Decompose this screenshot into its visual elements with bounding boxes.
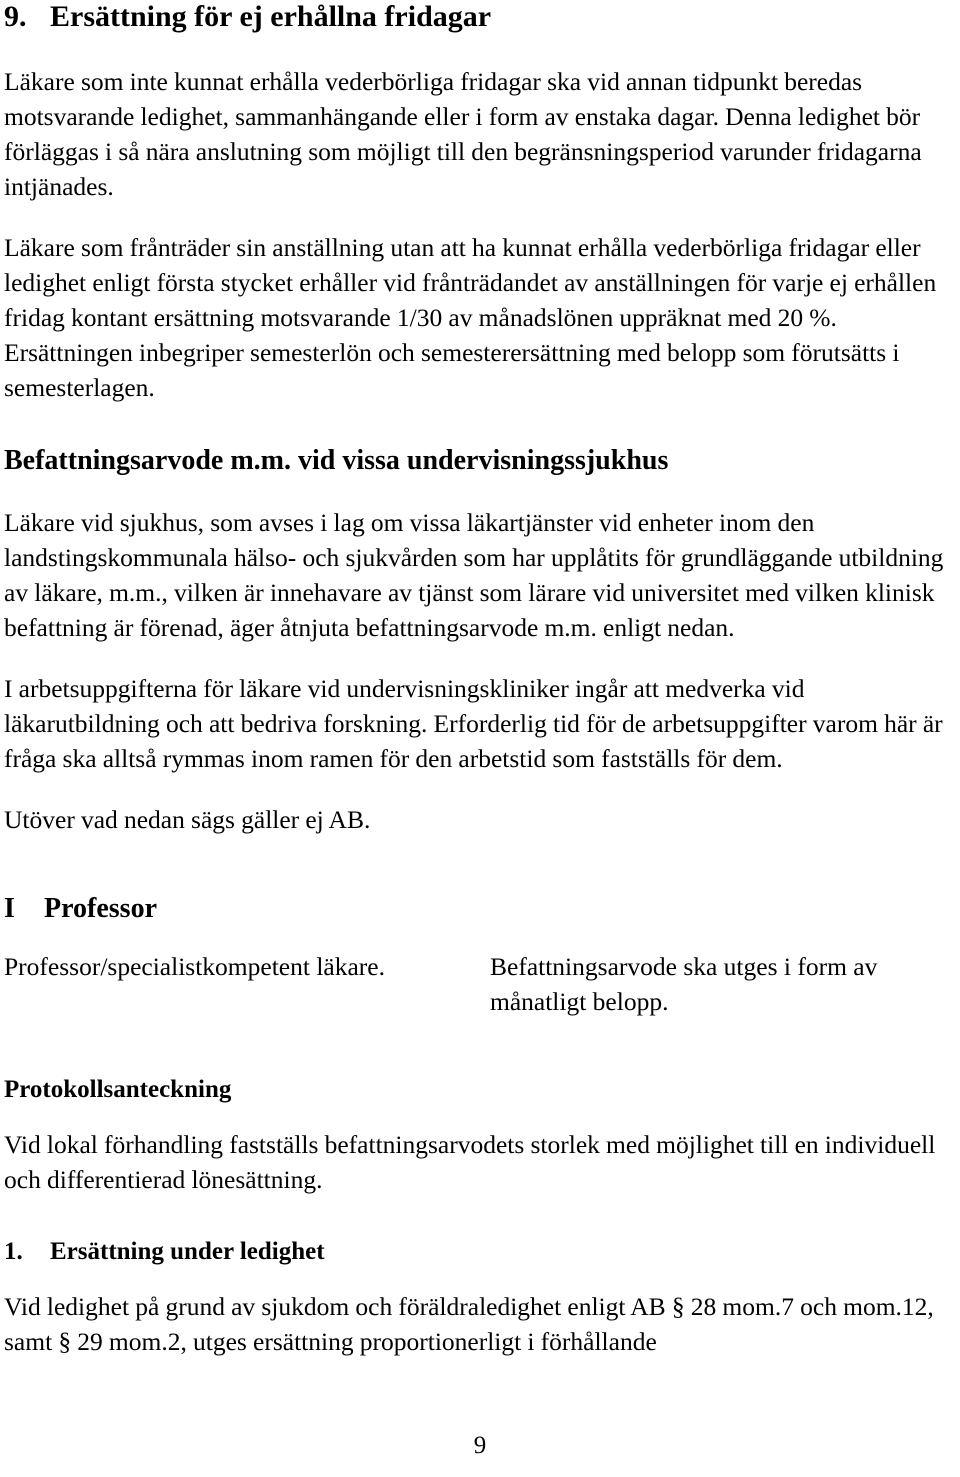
protocol-note-paragraph: Vid lokal förhandling fastställs befattn…	[4, 1130, 936, 1194]
subsection-paragraph-1: Läkare vid sjukhus, som avses i lag om v…	[4, 508, 944, 642]
professor-row: Professor/specialistkompetent läkare. Be…	[4, 949, 944, 1019]
page-content: 9. Ersättning för ej erhållna fridagar L…	[4, 0, 944, 1359]
item-1-title: Ersättning under ledighet	[50, 1238, 325, 1265]
professor-heading-title: Professor	[44, 893, 157, 924]
subsection-paragraph-2: I arbetsuppgifterna för läkare vid under…	[4, 674, 943, 773]
item-1-paragraph: Vid ledighet på grund av sjukdom och för…	[4, 1292, 934, 1356]
professor-heading-number: I	[4, 893, 15, 924]
spacer-before-subsection	[4, 431, 944, 445]
subsection-paragraph-3: Utöver vad nedan sägs gäller ej AB.	[4, 805, 371, 834]
professor-heading: I Professor	[4, 893, 944, 925]
section-paragraph-1: Läkare som inte kunnat erhålla vederbörl…	[4, 67, 922, 201]
document-page: 9. Ersättning för ej erhållna fridagar L…	[0, 0, 960, 1477]
protocol-note-heading: Protokollsanteckning	[4, 1076, 232, 1103]
section-number: 9.	[4, 0, 27, 33]
section-title: Ersättning för ej erhållna fridagar	[50, 0, 492, 33]
spacer-before-item-1	[4, 1223, 944, 1237]
subsection-heading: Befattningsarvode m.m. vid vissa undervi…	[4, 445, 669, 476]
professor-row-left: Professor/specialistkompetent läkare.	[4, 952, 385, 981]
professor-row-right: Befattningsarvode ska utges i form av må…	[490, 952, 878, 1016]
section-heading: 9. Ersättning för ej erhållna fridagar	[4, 0, 944, 34]
item-1-number: 1.	[4, 1238, 23, 1265]
item-1-heading: 1. Ersättning under ledighet	[4, 1237, 944, 1267]
spacer-before-professor	[4, 863, 944, 893]
page-number: 9	[473, 1432, 487, 1459]
section-paragraph-2: Läkare som frånträder sin anställning ut…	[4, 233, 937, 402]
spacer-before-protocol-note	[4, 1045, 944, 1075]
